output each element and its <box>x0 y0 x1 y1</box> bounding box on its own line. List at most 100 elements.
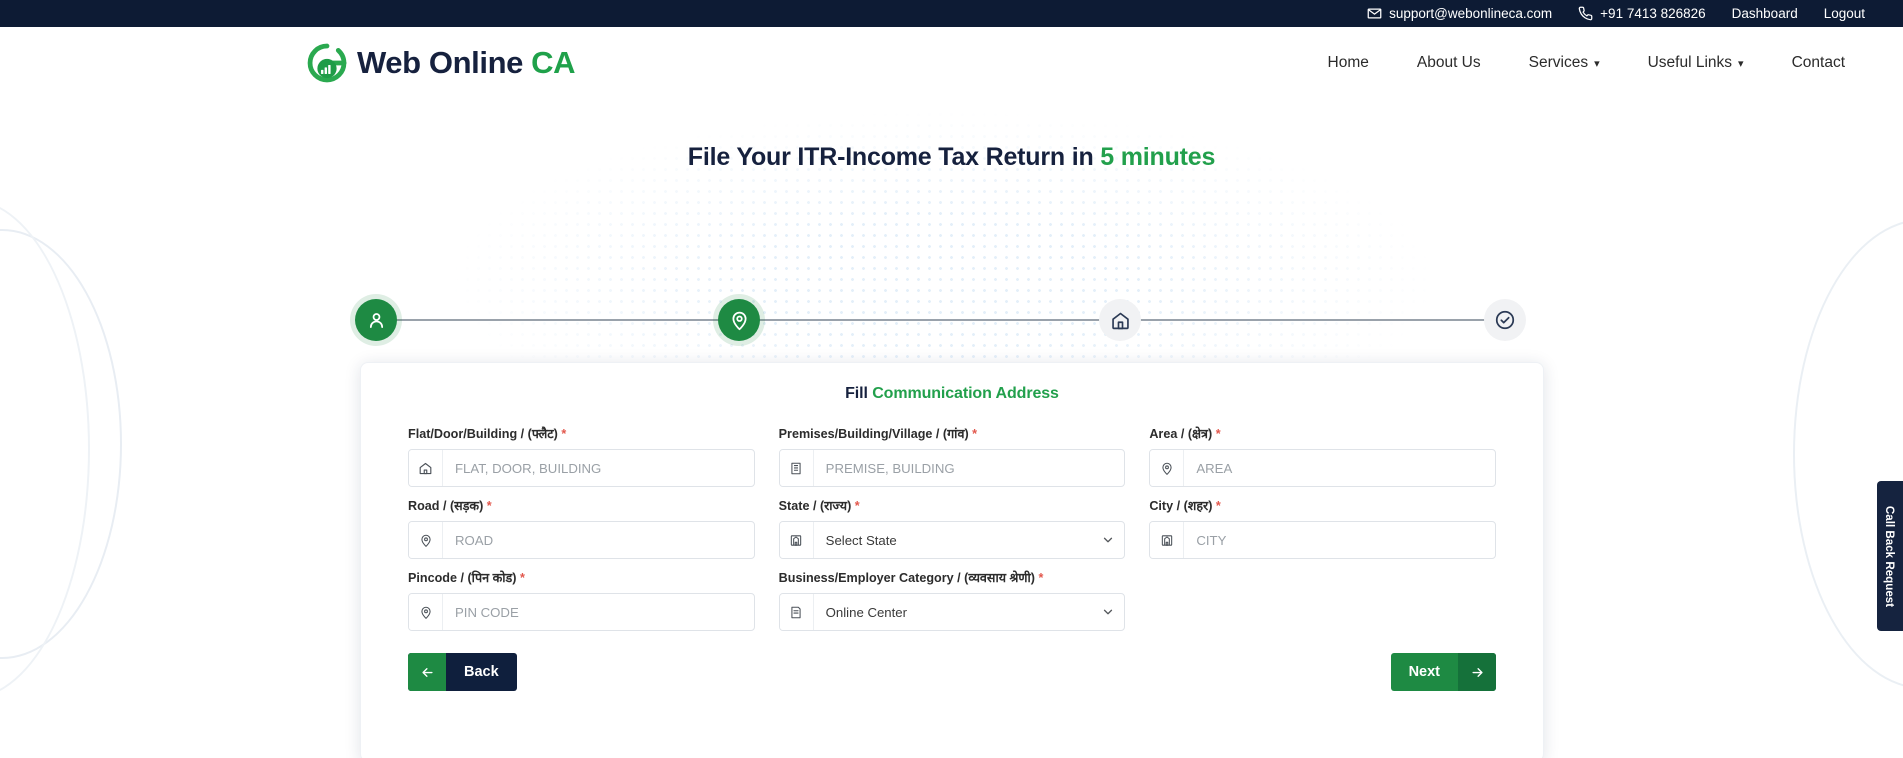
location-pin-icon <box>409 594 443 630</box>
site-logo[interactable]: Web Online CA <box>305 41 576 85</box>
field-state-label-text: State / (राज्य) <box>778 499 852 513</box>
location-pin-icon <box>729 310 750 331</box>
required-asterisk: * <box>561 427 567 441</box>
premises-building-village-input[interactable] <box>813 450 1125 486</box>
nav-item-home-label: Home <box>1327 54 1369 71</box>
map-icon <box>1150 522 1185 558</box>
area-input[interactable] <box>1184 450 1495 486</box>
required-asterisk: * <box>1215 499 1221 513</box>
field-road-control[interactable] <box>408 521 755 559</box>
location-pin-icon <box>1150 450 1185 486</box>
nav-item-contact[interactable]: Contact <box>1768 48 1869 78</box>
field-premises-building-village-control[interactable] <box>778 449 1126 487</box>
logout-link[interactable]: Logout <box>1824 6 1865 21</box>
person-icon <box>366 310 387 331</box>
chevron-down-icon[interactable] <box>1092 594 1124 630</box>
field-pincode-control[interactable] <box>408 593 755 631</box>
field-flat-door-building-label: Flat/Door/Building / (फ्लैट) * <box>408 425 755 442</box>
address-form-grid: Flat/Door/Building / (फ्लैट) * FLAT, DOO… <box>408 425 1496 641</box>
required-asterisk: * <box>519 571 525 585</box>
nav-item-home[interactable]: Home <box>1304 48 1393 78</box>
check-circle-icon <box>1494 309 1516 331</box>
field-premises-building-village: Premises/Building/Village / (गांव) * <box>778 425 1126 487</box>
arrow-left-icon <box>408 653 446 691</box>
field-area: Area / (क्षेत्र) * <box>1149 425 1496 487</box>
dashboard-label: Dashboard <box>1731 6 1798 21</box>
dashboard-link[interactable]: Dashboard <box>1732 6 1798 21</box>
logo-wordmark: Web Online CA <box>357 45 576 81</box>
phone-icon <box>1578 6 1593 21</box>
nav-item-useful-links[interactable]: Useful Links ▾ <box>1624 48 1768 78</box>
home-icon <box>1110 310 1131 331</box>
road-input[interactable] <box>443 522 754 558</box>
support-phone[interactable]: +91 7413 826826 <box>1578 6 1706 21</box>
field-flat-door-building-control[interactable] <box>408 449 755 487</box>
nav-item-services[interactable]: Services ▾ <box>1505 48 1624 78</box>
card-title-accent: Communication Address <box>872 385 1059 402</box>
field-city-label-text: City / (शहर) <box>1149 499 1213 513</box>
site-header: Web Online CA Home About Us Services ▾ U… <box>0 27 1903 99</box>
field-business-employer-category: Business/Employer Category / (व्यवसाय श्… <box>778 569 1126 631</box>
field-city-label: City / (शहर) * <box>1149 497 1496 514</box>
top-utility-bar: support@webonlineca.com +91 7413 826826 … <box>0 0 1903 27</box>
call-back-request-tab[interactable]: Call Back Request <box>1877 481 1903 631</box>
chevron-down-icon[interactable] <box>1092 522 1124 558</box>
field-pincode: Pincode / (पिन कोड) * <box>408 569 755 631</box>
nav-item-useful-links-label: Useful Links <box>1647 54 1733 71</box>
nav-item-about-us-label: About Us <box>1416 54 1481 71</box>
nav-item-about-us[interactable]: About Us <box>1393 48 1505 78</box>
location-pin-icon <box>409 522 443 558</box>
field-state: State / (राज्य) * Select State <box>778 497 1126 559</box>
field-state-control[interactable]: Select State <box>778 521 1126 559</box>
page-title-main: File Your ITR-Income Tax Return in <box>687 143 1101 171</box>
business-employer-category-select-value[interactable]: Online Center <box>814 594 1093 630</box>
logout-label: Logout <box>1823 6 1865 21</box>
arrow-right-icon <box>1458 653 1496 691</box>
chevron-down-icon: ▾ <box>1738 57 1744 70</box>
field-city-control[interactable] <box>1149 521 1496 559</box>
map-icon <box>779 522 814 558</box>
nav-item-contact-label: Contact <box>1791 54 1845 71</box>
web-online-ca-logo-icon <box>305 41 349 85</box>
required-asterisk: * <box>854 499 860 513</box>
communication-address-card: Fill Communication Address Flat/Door/Bui… <box>360 362 1544 758</box>
required-asterisk: * <box>1038 571 1044 585</box>
stepper-step-3-property[interactable] <box>1099 299 1141 341</box>
chevron-down-icon: ▾ <box>1594 57 1600 70</box>
grid-filler <box>1149 569 1496 641</box>
stepper-step-2-address[interactable] <box>718 299 760 341</box>
card-title-prefix: Fill <box>845 385 873 402</box>
decorative-arc-left-outer <box>0 199 90 699</box>
field-flat-door-building-label-text: Flat/Door/Building / (फ्लैट) <box>408 427 558 441</box>
mail-icon <box>1367 6 1382 21</box>
main-navigation: Home About Us Services ▾ Useful Links ▾ … <box>1304 48 1869 78</box>
field-business-employer-category-label-text: Business/Employer Category / (व्यवसाय श्… <box>778 571 1035 585</box>
city-input[interactable] <box>1184 522 1495 558</box>
stepper-step-1-personal[interactable] <box>355 299 397 341</box>
field-area-control[interactable] <box>1149 449 1496 487</box>
field-road-label: Road / (सड़क) * <box>408 497 755 514</box>
required-asterisk: * <box>972 427 978 441</box>
field-business-employer-category-control[interactable]: Online Center <box>778 593 1126 631</box>
state-select-value[interactable]: Select State <box>814 522 1093 558</box>
field-business-employer-category-label: Business/Employer Category / (व्यवसाय श्… <box>779 569 1126 586</box>
required-asterisk: * <box>1215 427 1221 441</box>
stepper-step-4-confirm[interactable] <box>1484 299 1526 341</box>
pincode-input[interactable] <box>443 594 754 630</box>
back-button[interactable]: Back <box>408 653 517 691</box>
page-title-accent: 5 minutes <box>1100 143 1216 171</box>
support-email-text: support@webonlineca.com <box>1389 6 1553 21</box>
flat-door-building-input[interactable] <box>443 450 754 486</box>
back-button-label: Back <box>464 664 499 680</box>
stepper-connector-line <box>385 319 1520 321</box>
card-title: Fill Communication Address <box>361 363 1543 403</box>
field-area-label: Area / (क्षेत्र) * <box>1149 425 1496 442</box>
logo-wordmark-dark: Web Online <box>357 45 523 80</box>
field-pincode-label-text: Pincode / (पिन कोड) <box>408 571 517 585</box>
support-email[interactable]: support@webonlineca.com <box>1367 6 1552 21</box>
page-title: File Your ITR-Income Tax Return in 5 min… <box>0 143 1903 172</box>
support-phone-text: +91 7413 826826 <box>1600 6 1706 21</box>
field-pincode-label: Pincode / (पिन कोड) * <box>408 569 755 586</box>
field-area-label-text: Area / (क्षेत्र) <box>1149 427 1213 441</box>
next-button[interactable]: Next <box>1390 653 1496 691</box>
